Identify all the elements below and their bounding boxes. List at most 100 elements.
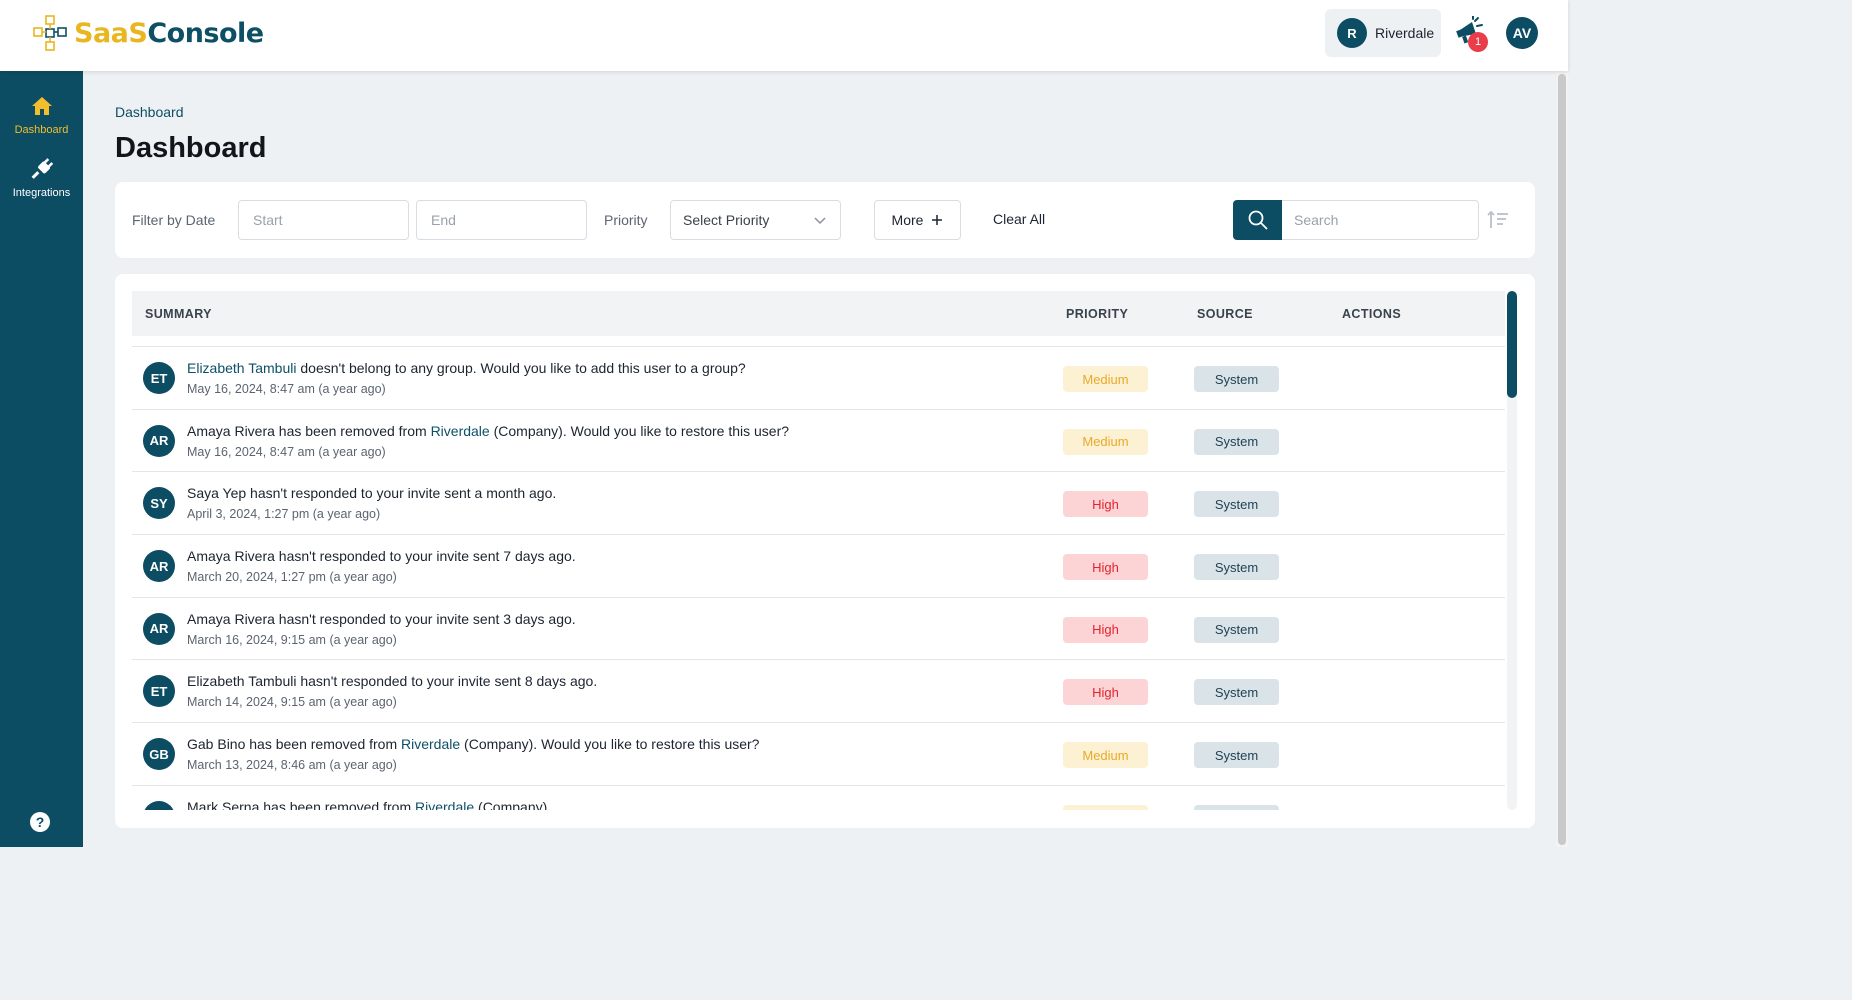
top-header: SaaSConsole R Riverdale 1 AV bbox=[0, 0, 1568, 71]
summary-text: Gab Bino has been removed from bbox=[187, 736, 402, 753]
summary-link[interactable]: Riverdale bbox=[431, 423, 490, 439]
source-badge: System bbox=[1194, 804, 1279, 810]
sidebar-item-dashboard[interactable]: Dashboard bbox=[0, 96, 83, 136]
row-summary: Amaya Rivera hasn't responded to your in… bbox=[187, 611, 576, 627]
summary-link[interactable]: Riverdale bbox=[401, 736, 460, 752]
row-date: March 20, 2024, 1:27 pm (a year ago) bbox=[187, 570, 397, 585]
help-button[interactable]: ? bbox=[30, 812, 50, 832]
summary-text: (Company). Would you like to restore thi… bbox=[460, 736, 760, 753]
source-badge: System bbox=[1194, 554, 1279, 581]
row-date: April 3, 2024, 1:27 pm (a year ago) bbox=[187, 507, 381, 522]
sidebar-item-label: Integrations bbox=[12, 187, 71, 199]
row-summary: Amaya Rivera hasn't responded to your in… bbox=[187, 548, 576, 564]
chevron-down-icon bbox=[814, 217, 826, 225]
row-date: May 16, 2024, 8:47 am (a year ago) bbox=[187, 382, 386, 396]
app-logo[interactable]: SaaSConsole bbox=[32, 14, 264, 52]
column-header-actions: ACTIONS bbox=[1342, 307, 1402, 321]
column-header-summary: SUMMARY bbox=[145, 307, 212, 321]
company-name: Riverdale bbox=[1375, 25, 1435, 41]
search-input[interactable] bbox=[1282, 200, 1479, 240]
table-row[interactable]: ET Elizabeth Tambuli hasn't responded to … bbox=[132, 659, 1505, 722]
source-badge: System bbox=[1194, 428, 1279, 455]
start-date-input[interactable] bbox=[238, 200, 409, 240]
row-summary: Elizabeth Tambuli doesn't belong to any … bbox=[187, 360, 746, 376]
table-row[interactable]: SY Saya Yep hasn't responded to your invi… bbox=[132, 471, 1505, 534]
row-date: March 13, 2024, 8:46 am (a year ago) bbox=[187, 758, 397, 773]
plug-icon bbox=[31, 158, 53, 179]
user-avatar: ET bbox=[143, 675, 175, 708]
row-summary: Elizabeth Tambuli hasn't responded to yo… bbox=[187, 673, 597, 689]
table-row[interactable]: GB Gab Bino has been removed from Riverda… bbox=[132, 722, 1505, 785]
priority-select[interactable]: Select Priority bbox=[670, 200, 841, 240]
summary-text: Amaya Rivera hasn't responded to your in… bbox=[187, 548, 576, 565]
filter-bar: Filter by Date Priority Select Priority … bbox=[115, 182, 1535, 258]
summary-text: (Company). bbox=[474, 798, 552, 810]
table-row[interactable]: AR Amaya Rivera has been removed from Riv… bbox=[132, 408, 1505, 472]
user-avatar[interactable]: AV bbox=[1506, 17, 1538, 49]
plus-icon bbox=[932, 215, 943, 225]
summary-link[interactable]: Riverdale bbox=[415, 799, 474, 810]
summary-text: Amaya Rivera hasn't responded to your in… bbox=[187, 610, 576, 627]
summary-text: Elizabeth Tambuli hasn't responded to yo… bbox=[187, 673, 598, 690]
summary-text: Saya Yep hasn't responded to your invite… bbox=[187, 485, 557, 502]
window-scrollbar-thumb[interactable] bbox=[1558, 74, 1566, 845]
logo-text-console: Console bbox=[147, 17, 264, 49]
source-badge: System bbox=[1194, 679, 1279, 706]
sidebar-item-integrations[interactable]: Integrations bbox=[0, 157, 83, 199]
company-avatar: R bbox=[1337, 18, 1367, 48]
table-body: ET Elizabeth Tambuli doesn't belong to an… bbox=[132, 346, 1505, 810]
row-summary: Saya Yep hasn't responded to your invite… bbox=[187, 485, 556, 501]
home-icon bbox=[31, 97, 52, 115]
user-avatar: SY bbox=[143, 487, 175, 520]
user-avatar: AR bbox=[143, 424, 175, 457]
row-date: May 16, 2024, 8:47 am (a year ago) bbox=[187, 444, 386, 459]
user-avatar: GB bbox=[143, 738, 175, 771]
search-button[interactable] bbox=[1233, 200, 1282, 240]
row-date: March 14, 2024, 9:15 am (a year ago) bbox=[187, 695, 397, 710]
priority-badge: Medium bbox=[1063, 804, 1148, 810]
priority-badge: Medium bbox=[1063, 428, 1148, 455]
priority-badge: High bbox=[1063, 491, 1148, 518]
clear-all-button[interactable]: Clear All bbox=[993, 211, 1045, 227]
breadcrumb[interactable]: Dashboard bbox=[115, 104, 184, 120]
row-date: March 16, 2024, 9:15 am (a year ago) bbox=[187, 632, 397, 647]
summary-text: Mark Serna has been removed from bbox=[187, 798, 415, 810]
table-scrollbar-thumb[interactable] bbox=[1507, 291, 1517, 398]
more-filters-button[interactable]: More bbox=[874, 200, 961, 240]
summary-text: (Company). Would you like to restore thi… bbox=[489, 422, 790, 439]
priority-label: Priority bbox=[604, 212, 648, 228]
notifications-table: SUMMARY PRIORITY SOURCE ACTIONS ET Elizab… bbox=[115, 274, 1535, 828]
source-badge: System bbox=[1194, 742, 1279, 769]
user-avatar: AR bbox=[143, 612, 175, 645]
logo-text: SaaSConsole bbox=[74, 18, 264, 49]
priority-badge: High bbox=[1063, 679, 1148, 706]
sort-icon[interactable] bbox=[1487, 210, 1509, 230]
source-badge: System bbox=[1194, 616, 1279, 643]
table-row[interactable]: AR Amaya Rivera hasn't responded to your … bbox=[132, 534, 1505, 597]
user-avatar: AR bbox=[143, 550, 175, 583]
user-avatar: MS bbox=[143, 800, 175, 810]
summary-text: Amaya Rivera has been removed from bbox=[187, 422, 431, 439]
column-header-source: SOURCE bbox=[1197, 307, 1253, 321]
row-summary: Mark Serna has been removed from Riverda… bbox=[187, 799, 551, 810]
search-icon bbox=[1248, 210, 1268, 230]
priority-badge: Medium bbox=[1063, 366, 1148, 392]
logo-network-icon bbox=[33, 15, 67, 51]
table-row[interactable]: MS Mark Serna has been removed from River… bbox=[132, 784, 1505, 810]
table-header: SUMMARY PRIORITY SOURCE ACTIONS bbox=[132, 291, 1505, 336]
summary-link[interactable]: Elizabeth Tambuli bbox=[187, 360, 296, 376]
table-row[interactable]: ET Elizabeth Tambuli doesn't belong to an… bbox=[132, 346, 1505, 409]
summary-text: doesn't belong to any group. Would you l… bbox=[296, 360, 746, 376]
end-date-input[interactable] bbox=[416, 200, 587, 240]
column-header-priority: PRIORITY bbox=[1066, 307, 1129, 321]
notifications-button[interactable]: 1 bbox=[1452, 16, 1490, 52]
priority-badge: High bbox=[1063, 554, 1148, 581]
priority-badge: High bbox=[1063, 616, 1148, 643]
sidebar-item-label: Dashboard bbox=[14, 124, 69, 136]
row-summary: Gab Bino has been removed from Riverdale… bbox=[187, 736, 759, 752]
priority-badge: Medium bbox=[1063, 742, 1148, 769]
row-summary: Amaya Rivera has been removed from River… bbox=[187, 423, 789, 439]
page-title: Dashboard bbox=[115, 132, 267, 164]
company-switcher[interactable]: R Riverdale bbox=[1325, 9, 1441, 57]
table-row[interactable]: AR Amaya Rivera hasn't responded to your … bbox=[132, 596, 1505, 660]
